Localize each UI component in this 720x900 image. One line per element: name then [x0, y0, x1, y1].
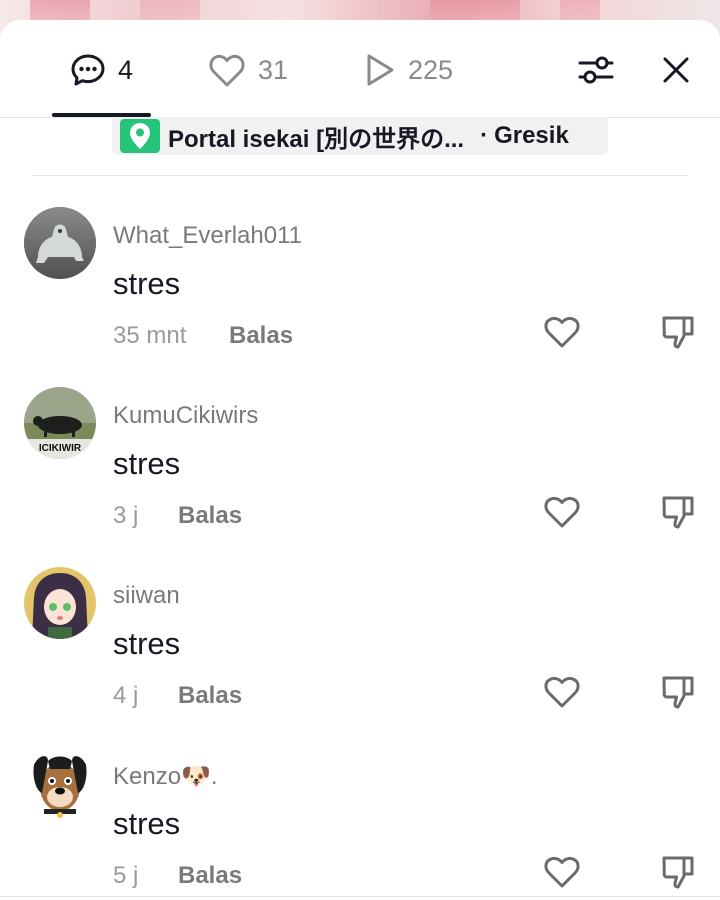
comment-text: stres	[113, 446, 181, 481]
comment-item: ICIKIWIR KumuCikiwirs stres 3 j Balas	[0, 366, 720, 546]
location-pin-icon	[120, 119, 160, 153]
close-button[interactable]	[656, 52, 696, 92]
comment-icon	[70, 52, 106, 88]
heart-icon	[543, 495, 581, 534]
comment-time: 5 j	[113, 862, 139, 889]
tab-plays[interactable]: 225	[364, 50, 453, 90]
play-icon	[364, 52, 396, 88]
comment-item: siiwan stres 4 j Balas	[0, 546, 720, 726]
comment-username[interactable]: siiwan	[113, 582, 180, 610]
comment-time: 35 mnt	[113, 322, 187, 349]
comments-header: 4 31 225	[0, 20, 720, 118]
comment-dislike-button[interactable]	[658, 674, 698, 714]
reply-button[interactable]: Balas	[178, 502, 242, 530]
location-chip[interactable]: Portal isekai [別の世界の... · Gresik	[112, 117, 608, 155]
play-count: 225	[408, 54, 454, 85]
heart-icon	[208, 52, 246, 88]
filter-sliders-button[interactable]	[576, 52, 616, 92]
comment-dislike-button[interactable]	[658, 314, 698, 354]
location-separator: ·	[480, 122, 489, 149]
heart-icon	[543, 315, 581, 354]
reply-button[interactable]: Balas	[229, 322, 293, 350]
comment-like-button[interactable]	[542, 494, 582, 534]
tab-comments[interactable]: 4	[70, 50, 133, 90]
comment-count: 4	[118, 54, 134, 85]
filter-sliders-icon	[578, 54, 614, 91]
comment-username[interactable]: KumuCikiwirs	[113, 402, 258, 430]
comment-text: stres	[113, 806, 181, 841]
reply-button[interactable]: Balas	[178, 682, 242, 710]
reply-button[interactable]: Balas	[178, 862, 242, 890]
heart-icon	[543, 855, 581, 894]
thumbs-down-icon	[660, 314, 696, 355]
comment-text: stres	[113, 266, 181, 301]
comment-like-button[interactable]	[542, 854, 582, 894]
thumbs-down-icon	[660, 854, 696, 895]
svg-text:ICIKIWIR: ICIKIWIR	[39, 443, 82, 454]
comment-item: What_Everlah011 stres 35 mnt Balas	[0, 186, 720, 366]
thumbs-down-icon	[660, 494, 696, 535]
close-icon	[662, 56, 690, 89]
avatar[interactable]: ICIKIWIR	[24, 387, 96, 459]
comment-dislike-button[interactable]	[658, 494, 698, 534]
comment-like-button[interactable]	[542, 674, 582, 714]
comment-item: Kenzo🐶. stres 5 j Balas	[0, 726, 720, 900]
comment-like-button[interactable]	[542, 314, 582, 354]
divider	[32, 175, 688, 176]
avatar[interactable]	[24, 567, 96, 639]
comments-sheet: 4 31 225 Portal isekai [別の世界の... · Gresi…	[0, 20, 720, 900]
comment-username[interactable]: Kenzo🐶.	[113, 762, 218, 791]
tab-likes[interactable]: 31	[208, 50, 288, 90]
comment-time: 4 j	[113, 682, 139, 709]
location-city: Gresik	[494, 122, 569, 149]
thumbs-down-icon	[660, 674, 696, 715]
comment-time: 3 j	[113, 502, 139, 529]
avatar[interactable]	[24, 207, 96, 279]
heart-icon	[543, 675, 581, 714]
like-count: 31	[258, 54, 289, 85]
comment-text: stres	[113, 626, 181, 661]
comment-dislike-button[interactable]	[658, 854, 698, 894]
avatar[interactable]	[24, 747, 96, 819]
comment-username[interactable]: What_Everlah011	[113, 222, 302, 250]
location-name: Portal isekai [別の世界の...	[168, 125, 465, 153]
bottom-divider	[0, 896, 720, 897]
